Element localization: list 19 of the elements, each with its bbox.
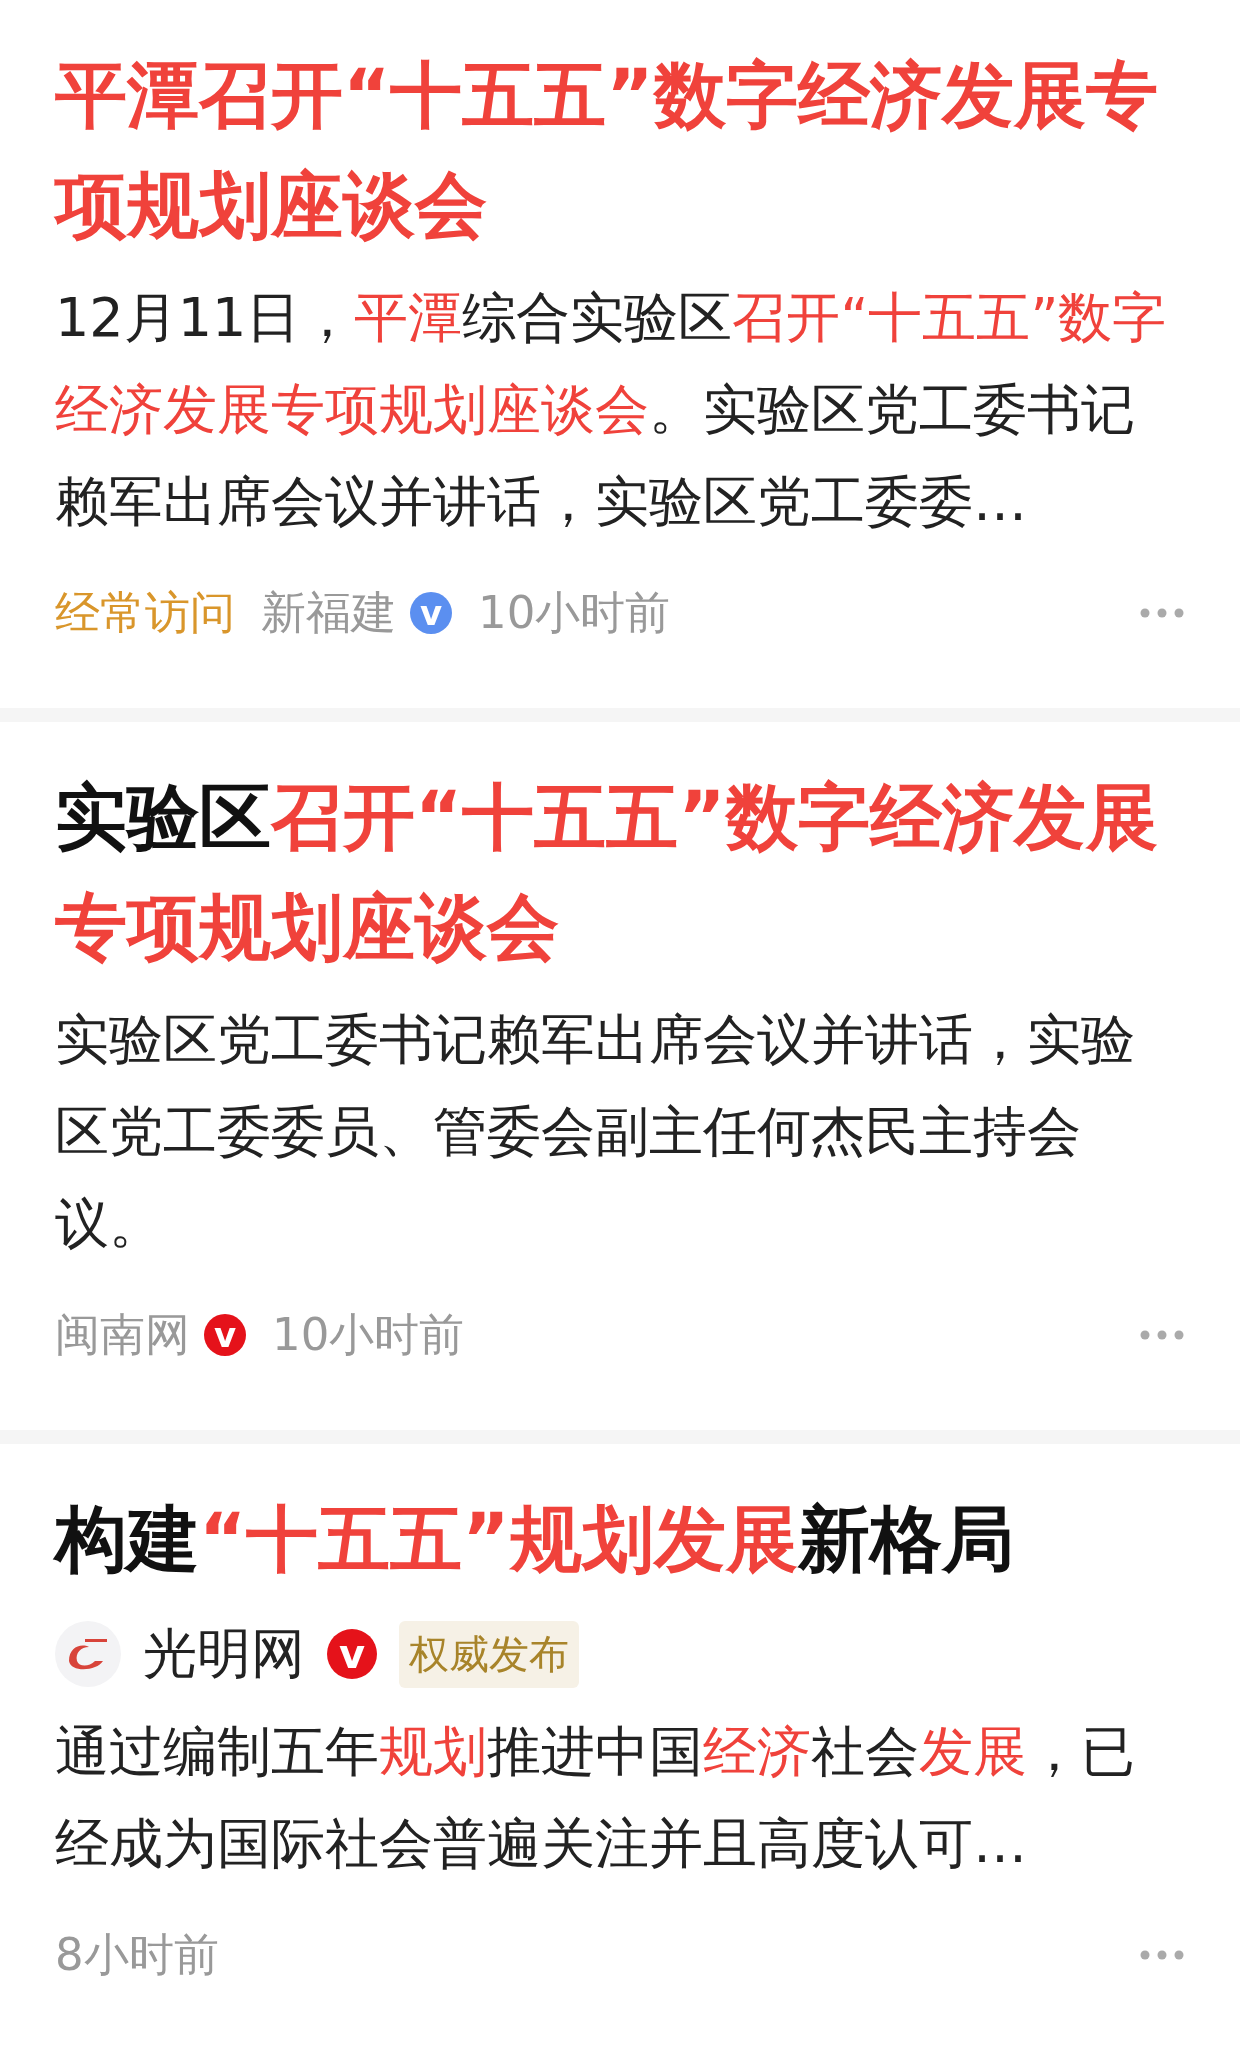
verified-badge: v xyxy=(204,1314,246,1356)
more-icon[interactable] xyxy=(1139,1949,1185,1961)
result-summary: 12月11日，平潭综合实验区召开“十五五”数字经济发展专项规划座谈会。实验区党工委书记赖军出席会议并讲话，实验区党工委委… xyxy=(55,285,1168,535)
logo-icon xyxy=(55,1621,121,1687)
result-summary: 实验区党工委书记赖军出席会议并讲话，实验区党工委委员、管委会副主任何杰民主持会议。 xyxy=(55,1007,1136,1257)
time-text: 10小时前 xyxy=(478,585,671,641)
time-text: 10小时前 xyxy=(272,1307,465,1363)
verified-badge: v xyxy=(327,1629,377,1679)
result-summary: 通过编制五年规划推进中国经济社会发展，已经成为国际社会普遍关注并且高度认可… xyxy=(55,1719,1136,1877)
authority-tag: 权威发布 xyxy=(399,1620,579,1688)
visit-tag: 经常访问 xyxy=(55,583,235,643)
author-name[interactable]: 光明网 xyxy=(143,1617,305,1691)
more-icon[interactable] xyxy=(1139,1329,1185,1341)
more-icon[interactable] xyxy=(1139,607,1185,619)
result-title[interactable]: 平潭召开“十五五”数字经济发展专项规划座谈会 xyxy=(55,40,1185,260)
verified-badge: v xyxy=(410,592,452,634)
result-title[interactable]: 构建“十五五”规划发展新格局 xyxy=(55,1484,1185,1594)
time-text: 8小时前 xyxy=(55,1927,219,1983)
result-title[interactable]: 实验区召开“十五五”数字经济发展专项规划座谈会 xyxy=(55,762,1185,982)
